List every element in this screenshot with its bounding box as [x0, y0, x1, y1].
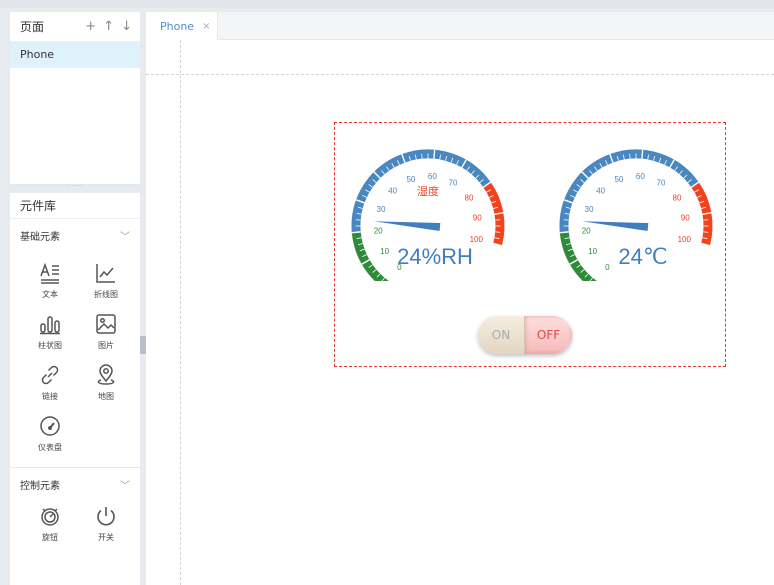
widget-label: 开关	[98, 533, 114, 542]
widget-label: 仪表盘	[38, 443, 62, 452]
gauge-tick-label: 80	[465, 193, 474, 202]
widget-image[interactable]: 图片	[78, 312, 134, 351]
pages-list: Phone ......	[10, 42, 140, 188]
gauge-title: 湿度	[417, 184, 439, 198]
gauge-temperature[interactable]: 0 10 20 3040 50 60 70 80 90 100 24℃	[551, 131, 721, 281]
gauge-tick-label: 30	[585, 205, 594, 214]
group-title-basic: 基础元素	[20, 231, 60, 243]
widget-label: 折线图	[94, 290, 118, 299]
knob-icon	[41, 508, 59, 526]
gauge-tick-label: 0	[605, 263, 610, 272]
gauge-tick-label: 70	[449, 179, 458, 188]
gauge-arc-segment	[691, 182, 713, 246]
widget-switch[interactable]: 开关	[78, 504, 134, 543]
pages-actions: + ↑ ↓	[85, 19, 132, 34]
gauge-tick-label: 100	[470, 235, 484, 244]
toggle-off-label[interactable]: OFF	[525, 316, 572, 354]
gauge-arc-segment	[483, 182, 505, 246]
widget-label: 旋钮	[42, 533, 58, 542]
move-page-up-button[interactable]: ↑	[103, 19, 114, 34]
gauge-tick-label: 80	[673, 193, 682, 202]
gauge-arc-segment	[559, 231, 597, 281]
gauge-tick-label: 100	[678, 235, 692, 244]
tab-bar: Phone ×	[146, 12, 774, 40]
gauge-tick-label: 40	[388, 187, 397, 196]
top-strip	[0, 0, 774, 8]
on-off-toggle[interactable]: ON OFF	[478, 316, 572, 354]
gauge-tick-label: 50	[614, 175, 623, 184]
guide-line-horizontal	[146, 74, 774, 75]
gauge-tick-label: 20	[582, 226, 591, 235]
gauge-tick-label: 10	[588, 247, 597, 256]
gauge-tick-label: 10	[380, 247, 389, 256]
gauge-tick	[641, 149, 644, 159]
gauge-arc-segment	[351, 231, 389, 281]
toggle-on-label[interactable]: ON	[478, 316, 525, 354]
widget-label: 文本	[42, 290, 58, 299]
widget-label: 链接	[42, 392, 58, 401]
tab-phone[interactable]: Phone ×	[146, 12, 218, 40]
gauge-tick	[559, 231, 569, 234]
gauge-tick-label: 50	[406, 175, 415, 184]
gauge-tick	[433, 149, 436, 159]
widget-link[interactable]: 链接	[22, 363, 78, 402]
gauge-tick	[351, 231, 361, 234]
text-icon	[40, 262, 59, 284]
guide-line-vertical	[180, 40, 181, 585]
chevron-down-icon[interactable]: ﹀	[120, 228, 130, 243]
workspace: Phone × 0 10 20 30 40 50 60 70 80 90 100 湿度 24%RH …	[146, 12, 774, 585]
widget-bar-chart[interactable]: 柱状图	[22, 312, 78, 351]
map-pin-icon	[97, 364, 115, 385]
left-sidebar: 页面 + ↑ ↓ Phone ...... 元件库 基础元素 ﹀ 文本 折线图 …	[10, 12, 140, 585]
widget-label: 地图	[98, 392, 114, 401]
selected-component-group[interactable]: 0 10 20 30 40 50 60 70 80 90 100 湿度 24%RH 0 10 20 30 4…	[334, 122, 726, 367]
bar-chart-icon	[40, 316, 60, 335]
gauge-tick-label: 60	[428, 172, 437, 181]
widget-gauge[interactable]: 仪表盘	[22, 414, 78, 453]
page-item-phone[interactable]: Phone	[10, 42, 140, 68]
link-icon	[41, 365, 59, 385]
add-page-button[interactable]: +	[85, 19, 96, 34]
power-icon	[97, 507, 115, 526]
gauge-value: 24℃	[618, 244, 667, 269]
library-title: 元件库	[10, 193, 140, 219]
widget-label: 图片	[98, 341, 114, 350]
gauge-tick-label: 90	[681, 213, 690, 222]
widget-label: 柱状图	[38, 341, 62, 350]
tab-label: Phone	[160, 19, 195, 33]
move-page-down-button[interactable]: ↓	[121, 19, 132, 34]
pages-header: 页面 + ↑ ↓	[10, 12, 140, 42]
resize-handle[interactable]: ......	[10, 181, 140, 188]
gauge-tick-label: 30	[377, 205, 386, 214]
gauge-value: 24%RH	[397, 244, 473, 269]
widget-line-chart[interactable]: 折线图	[78, 261, 134, 300]
gauge-tick-label: 90	[473, 213, 482, 222]
gauge-tick-label: 20	[374, 226, 383, 235]
line-chart-icon	[96, 264, 115, 283]
basic-widgets: 文本 折线图 柱状图 图片 链接 地图 仪表盘	[10, 251, 140, 453]
group-title-control: 控制元素	[20, 480, 60, 492]
gauge-needle	[374, 221, 441, 232]
gauge-icon	[40, 416, 60, 436]
widget-knob[interactable]: 旋钮	[22, 504, 78, 543]
control-widgets: 旋钮 开关	[10, 500, 140, 543]
widget-map[interactable]: 地图	[78, 363, 134, 402]
gauge-tick-label: 60	[636, 172, 645, 181]
group-header-basic[interactable]: 基础元素 ﹀	[10, 219, 140, 251]
chevron-down-icon[interactable]: ﹀	[120, 477, 130, 492]
close-icon[interactable]: ×	[202, 21, 210, 32]
gauge-humidity[interactable]: 01020304050 60708090100 湿度 24%RH	[343, 131, 513, 281]
widget-text[interactable]: 文本	[22, 261, 78, 300]
group-header-control[interactable]: 控制元素 ﹀	[10, 468, 140, 500]
app-window: 页面 + ↑ ↓ Phone ...... 元件库 基础元素 ﹀ 文本 折线图 …	[0, 0, 774, 585]
image-icon	[96, 314, 116, 334]
gauge-tick-label: 40	[596, 187, 605, 196]
gauge-needle	[582, 221, 649, 232]
gauge-tick-label: 70	[657, 179, 666, 188]
pages-title: 页面	[20, 20, 45, 34]
